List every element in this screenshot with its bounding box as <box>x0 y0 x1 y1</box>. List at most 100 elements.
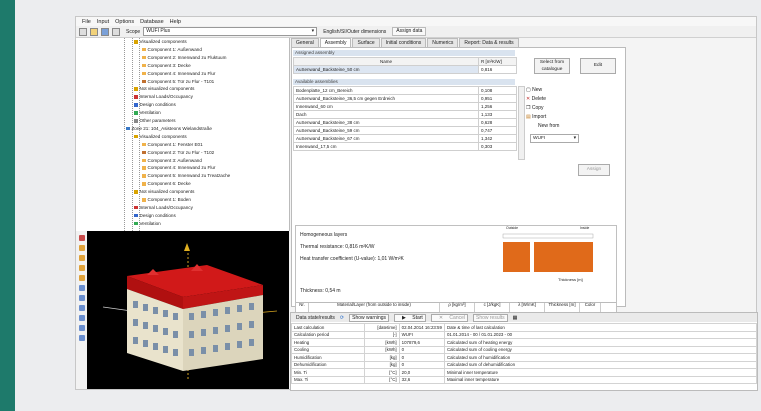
assign-button[interactable]: Assign <box>578 164 610 176</box>
tree-item[interactable]: Internal Loads/Occupancy <box>134 205 193 211</box>
edit-button[interactable]: Edit <box>580 58 616 74</box>
result-value: 32,6 <box>398 375 445 384</box>
result-description: Calculated sum of heating energy <box>443 338 758 347</box>
copy-icon[interactable] <box>112 27 120 36</box>
tree-item[interactable]: Component 2: Innenwand zu Fluktuum <box>142 55 226 61</box>
tab-initial-conditions[interactable]: Initial conditions <box>380 38 427 47</box>
tab-numerics[interactable]: Numerics <box>427 38 459 47</box>
new-from-select[interactable]: WUFI ▾ <box>530 134 579 143</box>
table-row[interactable]: Min. Ti [°C] 20,0 Minimal inner temperature <box>290 368 758 377</box>
list-scrollbar[interactable] <box>518 86 525 160</box>
import-button[interactable]: ▤ Import <box>526 113 559 122</box>
tree-item[interactable]: Component 6: Decke <box>142 181 191 187</box>
scope-select[interactable]: WUFI Plus ▾ <box>143 27 318 36</box>
table-row[interactable]: Max. Ti [°C] 32,6 Maximal inner temperature <box>290 375 758 384</box>
show-results-button[interactable]: Show results <box>473 313 508 322</box>
table-row[interactable]: AuSenwand_Backsteine_59 cm 0,747 <box>293 126 517 135</box>
tree-item[interactable]: Component 1: Boden <box>142 197 191 203</box>
menu-options[interactable]: Options <box>115 19 134 25</box>
tree-item[interactable]: Internal Loads/Occupancy <box>134 94 193 100</box>
tree-item[interactable]: Not visualized components <box>134 189 194 195</box>
tab-general[interactable]: General <box>291 38 319 47</box>
table-row[interactable]: Cooling [kWh] 0 Calculated sum of cooling e… <box>290 345 758 354</box>
tree-item[interactable]: Other parameters <box>134 118 176 124</box>
open-folder-icon[interactable] <box>90 27 98 36</box>
layer-gap <box>530 242 534 272</box>
assigned-assembly-name[interactable]: AuSenwand_Backsteine_50 cm <box>293 65 479 74</box>
refresh-icon[interactable]: ⟳ <box>340 315 344 321</box>
tab-surface[interactable]: Surface <box>352 38 380 47</box>
table-row[interactable]: Heating [kWh] 107879,6 Calculated sum of he… <box>290 338 758 347</box>
tree-item-label: Component 1: Boden <box>147 197 191 202</box>
tree-item[interactable]: Design conditions <box>134 102 176 108</box>
table-row[interactable]: Innenwand_17,5 cm 0,303 <box>293 142 517 151</box>
table-row[interactable]: AuSenwand_Backsteine_36,5 cm gegen Erdre… <box>293 94 517 103</box>
zoom-icon[interactable] <box>79 295 85 301</box>
tab-assembly[interactable]: Assembly <box>319 38 352 47</box>
result-name: Max. Ti <box>290 375 366 384</box>
table-row[interactable]: Dach 1,133 <box>293 110 517 119</box>
copy-button[interactable]: ❐ Copy <box>526 104 559 113</box>
door-icon[interactable] <box>79 275 85 281</box>
show-warnings-button[interactable]: Show warnings <box>349 313 390 322</box>
roof-icon[interactable] <box>79 265 85 271</box>
tree-item[interactable]: Design conditions <box>134 213 176 219</box>
cancel-button[interactable]: ✕ Cancel <box>430 313 468 322</box>
result-description: Maximal inner temperature <box>443 375 758 384</box>
select-from-catalogue-button[interactable]: Select from catalogue <box>534 58 570 74</box>
tree-item[interactable]: Not visualized components <box>134 86 194 92</box>
tree-item[interactable]: Component 5: Tür zu Flur - T101 <box>142 79 214 85</box>
measure-icon[interactable] <box>79 325 85 331</box>
tree-item[interactable]: Ventilation <box>134 221 161 227</box>
rotate-icon[interactable] <box>79 305 85 311</box>
tree-item[interactable]: Component 4: Innenwand zu Flur <box>142 165 215 171</box>
table-row[interactable]: Last calculation [datetime] 02.04.2014 16:… <box>290 323 758 332</box>
start-button[interactable]: ▶ Start <box>394 313 426 322</box>
assembly-name: AuSenwand_Backsteine_38 cm <box>293 118 479 127</box>
new-file-icon[interactable] <box>79 27 87 36</box>
chart-icon[interactable]: ▦ <box>513 315 518 321</box>
result-unit: [°C] <box>364 368 400 377</box>
assigned-assembly-table: Name R [m²K/W] AuSenwand_Backsteine_50 cm… <box>293 57 517 74</box>
save-icon[interactable] <box>101 27 109 36</box>
window-icon[interactable] <box>79 255 85 261</box>
table-row[interactable]: AuSenwand_Backsteine_38 cm 0,628 <box>293 118 517 127</box>
tree-item[interactable]: Zone 21: 104_Asisteons Wielandstraße <box>126 126 212 132</box>
tree-item[interactable]: Ventilation <box>134 110 161 116</box>
table-row[interactable]: Bodenplatte_12 cm_Bereich 0,108 <box>293 86 517 95</box>
tree-item[interactable]: Component 1: Fenster E01 <box>142 142 203 148</box>
building-render[interactable] <box>87 231 289 389</box>
table-row[interactable]: Innenwand_60 cm 1,256 <box>293 102 517 111</box>
tree-item[interactable]: Component 2: Tür zu Flur - T102 <box>142 150 214 156</box>
assign-data-button[interactable]: Assign data <box>392 27 427 36</box>
result-unit: [-] <box>364 330 400 339</box>
menu-input[interactable]: Input <box>97 19 109 25</box>
tree-item[interactable]: Component 3: Außenwand <box>142 158 202 164</box>
new-button[interactable]: ▢ New <box>526 86 559 95</box>
tree-item[interactable]: Component 3: Decke <box>142 63 191 69</box>
section-icon[interactable] <box>79 335 85 341</box>
menu-file[interactable]: File <box>82 19 91 25</box>
pan-icon[interactable] <box>79 315 85 321</box>
result-value: WUFI <box>398 330 445 339</box>
tree-item[interactable]: Component 5: Innenwand zu Treatzache <box>142 173 230 179</box>
menu-database[interactable]: Database <box>140 19 164 25</box>
tree-item[interactable]: Visualized components <box>134 134 187 140</box>
tree-item[interactable]: Component 4: Innenwand zu Flur <box>142 71 215 77</box>
scope-value: WUFI Plus <box>146 28 171 34</box>
tree-item-label: Ventilation <box>139 110 161 116</box>
tree-item[interactable]: Visualized components <box>134 39 187 45</box>
tab-report[interactable]: Report: Data & results <box>459 38 519 47</box>
wall-icon[interactable] <box>79 245 85 251</box>
table-row[interactable]: Humidification [kg] 0 Calculated sum of hum… <box>290 353 758 362</box>
table-row[interactable]: AuSenwand_Backsteine_67 cm 1,342 <box>293 134 517 143</box>
table-row[interactable]: Calculation period [-] WUFI 01.01.2014 - 00… <box>290 330 758 339</box>
pencil-icon[interactable] <box>79 235 85 241</box>
available-assemblies-table: Bodenplatte_12 cm_Bereich 0,108 AuSenwand_… <box>293 86 517 151</box>
delete-button[interactable]: ✕ Delete <box>526 95 559 104</box>
table-row[interactable]: Dehumidification [kg] 0 Calculated sum of d… <box>290 360 758 369</box>
tree-item[interactable]: Component 1: Außenwand <box>142 47 202 53</box>
menu-help[interactable]: Help <box>170 19 181 25</box>
select-icon[interactable] <box>79 285 85 291</box>
tree-node-icon <box>142 71 146 76</box>
